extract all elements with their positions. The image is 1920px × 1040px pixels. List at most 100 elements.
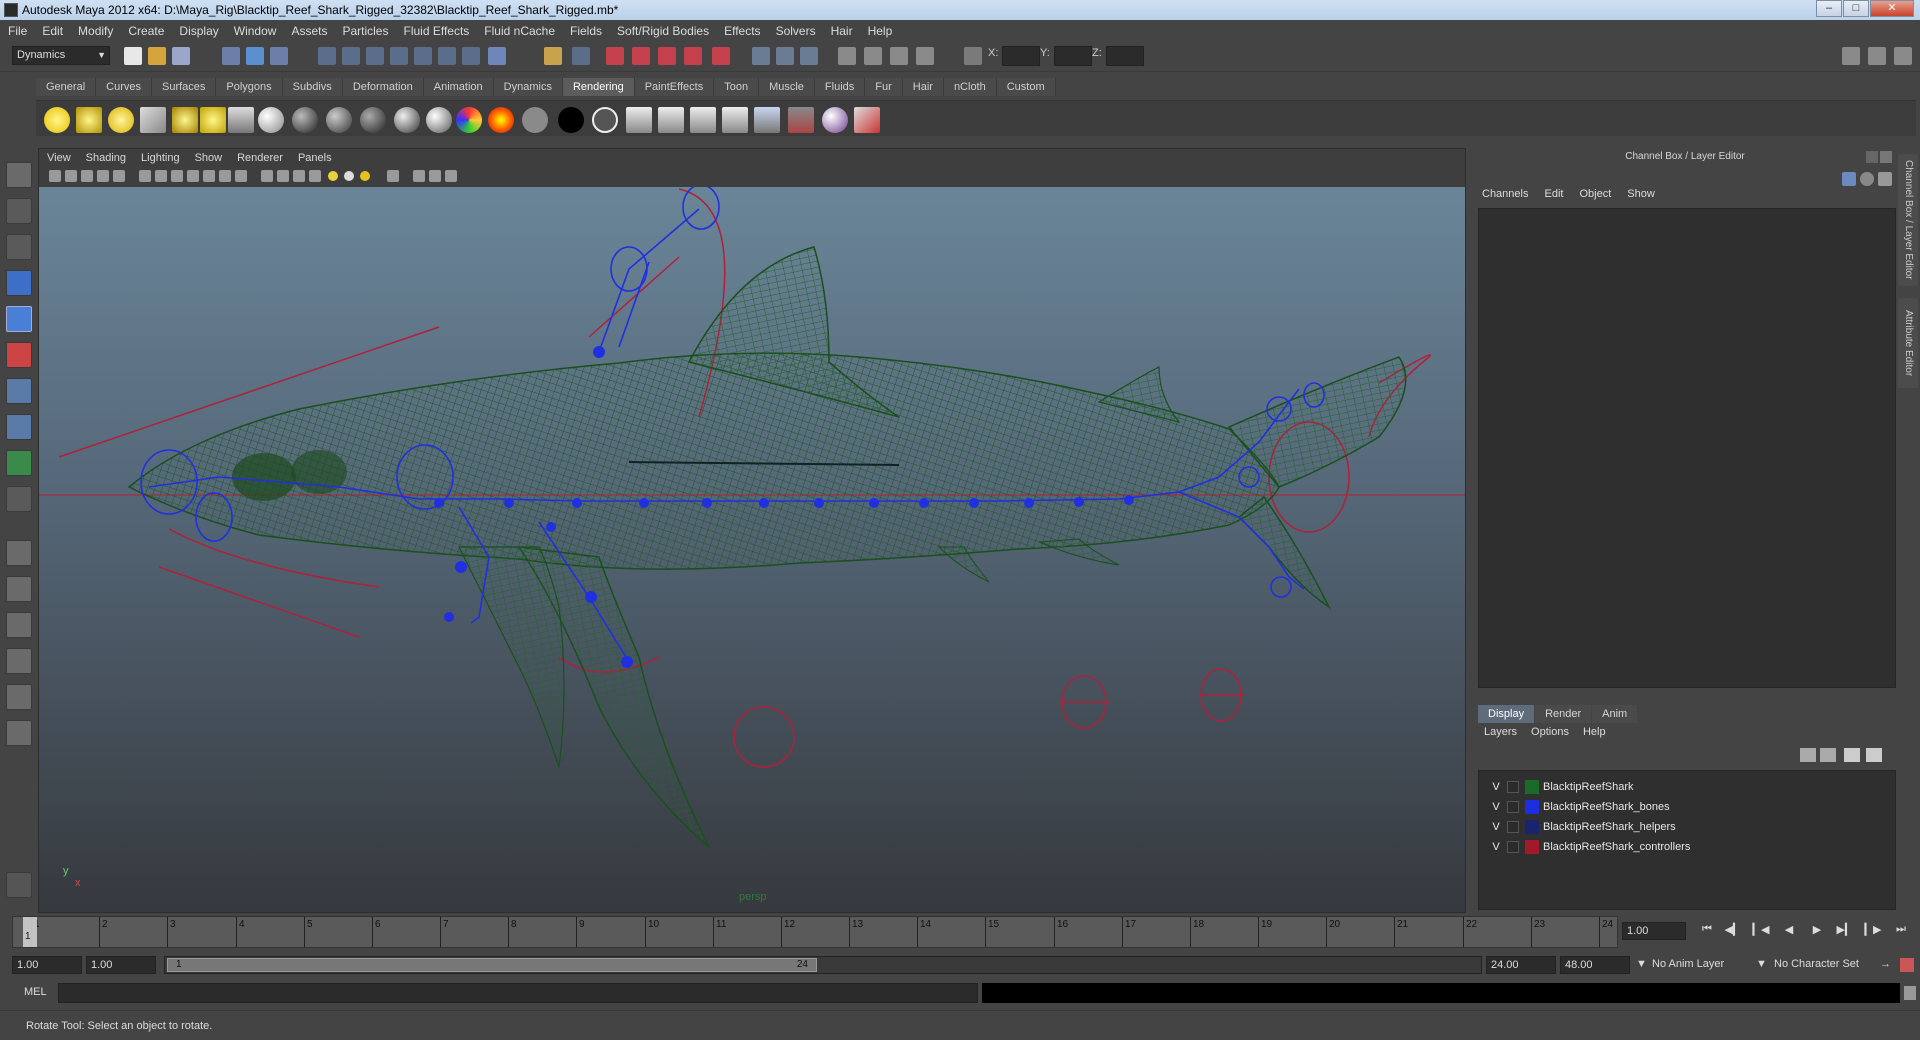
render-layer-icon[interactable]: [788, 107, 814, 133]
step-back-key-icon[interactable]: ▎◀: [1752, 923, 1770, 939]
chevron-down-icon[interactable]: ▼: [1756, 958, 1767, 970]
current-frame-field[interactable]: 1.00: [1622, 922, 1686, 940]
pick-mask-icon[interactable]: [318, 47, 336, 65]
ipr-render-current-icon[interactable]: [658, 107, 684, 133]
menu-solvers[interactable]: Solvers: [776, 24, 816, 38]
snap-grid-icon[interactable]: [606, 47, 624, 65]
render-frame-icon[interactable]: [864, 47, 882, 65]
use-background-icon[interactable]: [558, 107, 584, 133]
render-view-shelf-icon[interactable]: [722, 107, 748, 133]
menu-modify[interactable]: Modify: [78, 24, 113, 38]
layer-visibility[interactable]: V: [1489, 817, 1503, 837]
soft-modification-icon[interactable]: [6, 414, 32, 440]
le-menu-help[interactable]: Help: [1583, 726, 1606, 738]
menu-fluid-effects[interactable]: Fluid Effects: [403, 24, 469, 38]
script-editor-icon[interactable]: [1904, 986, 1916, 1000]
paint-select-tool-icon[interactable]: [6, 234, 32, 260]
input-ops-icon[interactable]: [752, 47, 770, 65]
vp-menu-renderer[interactable]: Renderer: [237, 152, 283, 164]
construction-history-icon[interactable]: [800, 47, 818, 65]
mel-label[interactable]: MEL: [24, 986, 47, 998]
batch-render-icon[interactable]: [690, 107, 716, 133]
shelf-tab-ncloth[interactable]: nCloth: [943, 78, 997, 96]
playback-start-field[interactable]: 1.00: [86, 956, 156, 974]
layer-row[interactable]: V BlacktipReefShark_controllers: [1479, 837, 1895, 857]
universal-manipulator-icon[interactable]: [6, 378, 32, 404]
le-menu-options[interactable]: Options: [1531, 726, 1569, 738]
step-back-frame-icon[interactable]: ◀▎: [1724, 923, 1742, 939]
layer-visibility[interactable]: V: [1489, 777, 1503, 797]
shelf-tab-surfaces[interactable]: Surfaces: [151, 78, 217, 96]
channel-box-area[interactable]: [1478, 208, 1896, 688]
vp-menu-show[interactable]: Show: [195, 152, 223, 164]
shelf-tab-deformation[interactable]: Deformation: [342, 78, 424, 96]
layer-type-toggle[interactable]: [1507, 841, 1519, 853]
layer-color-swatch[interactable]: [1525, 780, 1539, 794]
menu-edit[interactable]: Edit: [42, 24, 63, 38]
pick-deformations-icon[interactable]: [438, 47, 456, 65]
shelf-tab-subdivs[interactable]: Subdivs: [282, 78, 343, 96]
select-object-icon[interactable]: [246, 47, 264, 65]
persp-graph-layout-icon[interactable]: [6, 648, 32, 674]
cb-menu-channels[interactable]: Channels: [1482, 188, 1528, 200]
select-tool-icon[interactable]: [6, 162, 32, 188]
point-light-icon[interactable]: [108, 107, 134, 133]
shelf-tab-curves[interactable]: Curves: [96, 78, 152, 96]
rotate-tool-icon[interactable]: [6, 306, 32, 332]
chevron-down-icon[interactable]: ▼: [1636, 958, 1647, 970]
channel-box-speed-icon[interactable]: [1860, 172, 1874, 186]
side-tab-attribute-editor[interactable]: Attribute Editor: [1898, 298, 1918, 388]
playback-end-field[interactable]: 24.00: [1486, 956, 1556, 974]
highlight-selection-icon[interactable]: [572, 47, 590, 65]
render-current-frame-icon[interactable]: [626, 107, 652, 133]
surface-shader-icon[interactable]: [522, 107, 548, 133]
menu-file[interactable]: File: [8, 24, 27, 38]
shelf-tab-polygons[interactable]: Polygons: [216, 78, 283, 96]
close-panel-icon[interactable]: [1880, 151, 1892, 163]
hypershade-persp-layout-icon[interactable]: [6, 684, 32, 710]
animation-preferences-icon[interactable]: [1900, 958, 1914, 972]
play-backwards-icon[interactable]: ◀: [1780, 923, 1798, 939]
layer-visibility[interactable]: V: [1489, 797, 1503, 817]
shelf-tab-rendering[interactable]: Rendering: [562, 78, 635, 96]
step-forward-frame-icon[interactable]: ▎▶: [1864, 923, 1882, 939]
four-view-layout-icon[interactable]: [6, 576, 32, 602]
vp-menu-view[interactable]: View: [47, 152, 71, 164]
y-field[interactable]: [1054, 46, 1092, 66]
last-used-tool-icon[interactable]: [6, 486, 32, 512]
menu-create[interactable]: Create: [128, 24, 164, 38]
menu-fields[interactable]: Fields: [570, 24, 602, 38]
hypershade-icon[interactable]: [228, 107, 254, 133]
menu-assets[interactable]: Assets: [291, 24, 327, 38]
go-to-end-icon[interactable]: ⏭: [1892, 923, 1910, 939]
new-scene-icon[interactable]: [124, 47, 142, 65]
perspective-viewport[interactable]: persp y x: [39, 187, 1465, 912]
snap-view-plane-icon[interactable]: [684, 47, 702, 65]
pick-rendering-icon[interactable]: [488, 47, 506, 65]
directional-light-icon[interactable]: [76, 107, 102, 133]
show-manipulator-icon[interactable]: [6, 450, 32, 476]
shelf-tab-hair[interactable]: Hair: [902, 78, 944, 96]
step-forward-key-icon[interactable]: ▶▎: [1836, 923, 1854, 939]
pick-surfaces-icon[interactable]: [414, 47, 432, 65]
show-attribute-editor-icon[interactable]: [1842, 47, 1860, 65]
shading-map-icon[interactable]: [592, 107, 618, 133]
pick-joints-icon[interactable]: [366, 47, 384, 65]
layer-type-toggle[interactable]: [1507, 781, 1519, 793]
time-ruler[interactable]: 1234567891011121314151617181920212223241: [12, 916, 1618, 948]
select-component-icon[interactable]: [270, 47, 288, 65]
cb-menu-show[interactable]: Show: [1627, 188, 1655, 200]
ipr-render-icon[interactable]: [890, 47, 908, 65]
close-icon[interactable]: ✕: [1870, 0, 1914, 17]
layered-shader-icon[interactable]: [426, 107, 452, 133]
open-scene-icon[interactable]: [148, 47, 166, 65]
channel-box-tool-icon[interactable]: [1842, 172, 1856, 186]
layer-row[interactable]: V BlacktipReefShark_helpers: [1479, 817, 1895, 837]
shelf-tab-animation[interactable]: Animation: [423, 78, 494, 96]
layer-row[interactable]: V BlacktipReefShark: [1479, 777, 1895, 797]
layer-type-toggle[interactable]: [1507, 821, 1519, 833]
move-layer-down-icon[interactable]: [1820, 748, 1836, 762]
cb-menu-edit[interactable]: Edit: [1544, 188, 1563, 200]
key-icon[interactable]: →: [1880, 958, 1891, 970]
channel-box-hyper-icon[interactable]: [1878, 172, 1892, 186]
